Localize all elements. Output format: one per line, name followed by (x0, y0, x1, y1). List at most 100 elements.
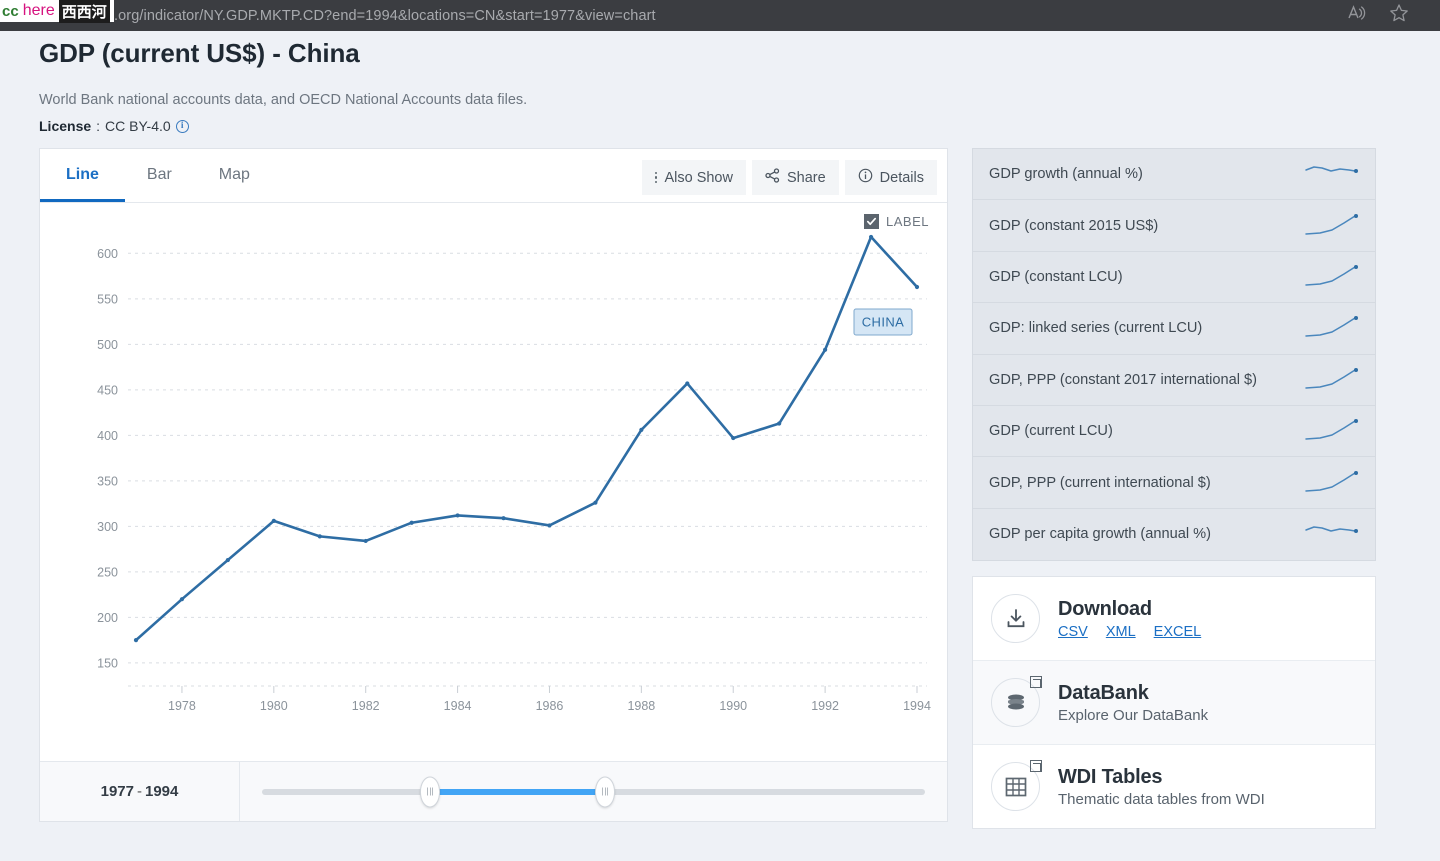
data-point[interactable] (317, 534, 322, 539)
download-csv-link[interactable]: CSV (1058, 624, 1088, 640)
data-point[interactable] (271, 518, 276, 524)
info-icon[interactable]: i (175, 119, 189, 133)
details-label: Details (879, 169, 924, 186)
data-point[interactable] (501, 516, 506, 521)
data-point[interactable] (914, 284, 920, 290)
range-end-year: 1994 (145, 783, 179, 800)
data-point[interactable] (547, 523, 552, 528)
indicator-sparkline (1305, 470, 1358, 492)
indicator-row[interactable]: GDP (constant 2015 US$) (973, 200, 1375, 252)
table-grid-icon (991, 760, 1042, 812)
series-endpoint-label-text: CHINA (862, 314, 904, 329)
data-point[interactable] (639, 427, 644, 432)
indicator-sparkline (1305, 419, 1358, 440)
data-point[interactable] (593, 500, 598, 505)
data-point[interactable] (133, 638, 139, 643)
y-axis-tick-label: 550 (97, 292, 118, 306)
databank-title: DataBank (1058, 681, 1149, 704)
data-point[interactable] (225, 557, 230, 563)
indicator-label: GDP: linked series (current LCU) (989, 320, 1203, 337)
share-icon (765, 168, 780, 187)
slider-track-area[interactable] (240, 762, 947, 821)
share-button[interactable]: Share (751, 160, 839, 195)
series-line-china[interactable] (134, 235, 919, 642)
share-label: Share (786, 169, 826, 186)
chart-view-tabs: Line Bar Map Also Show Share Details (40, 149, 947, 203)
y-axis-tick-label: 150 (97, 656, 118, 670)
x-axis-tick-label: 1978 (168, 699, 196, 713)
license-value: CC BY-4.0 (105, 118, 171, 134)
download-row[interactable]: Download CSV XML EXCEL (973, 577, 1375, 662)
indicator-row[interactable]: GDP, PPP (constant 2017 international $) (973, 355, 1375, 406)
data-point[interactable] (179, 597, 185, 602)
data-point[interactable] (685, 381, 690, 386)
download-excel-link[interactable]: EXCEL (1154, 624, 1202, 640)
slider-handle-start[interactable] (420, 776, 440, 807)
x-axis-tick-label: 1992 (811, 699, 839, 713)
license-line: License : CC BY-4.0 i (39, 118, 189, 134)
tab-bar[interactable]: Bar (147, 166, 172, 201)
chart-toolbar: Also Show Share Details (641, 160, 937, 195)
download-format-links: CSV XML EXCEL (1058, 624, 1201, 640)
chart-svg: 150 200 250 300 350 400 450 500 550 600 1978 1980 19… (97, 234, 931, 713)
indicator-row[interactable]: GDP (current LCU) (973, 406, 1375, 458)
data-point[interactable] (868, 234, 874, 240)
wdi-title: WDI Tables (1058, 765, 1163, 788)
wdi-tables-row[interactable]: WDI Tables Thematic data tables from WDI (973, 745, 1375, 828)
line-chart-plot[interactable]: 150 200 250 300 350 400 450 500 550 600 1978 1980 19… (40, 204, 947, 764)
related-indicators-list: GDP growth (annual %) GDP (constant 2015 … (972, 148, 1376, 562)
indicator-sparkline (1305, 526, 1358, 534)
watermark-here: here (22, 2, 55, 19)
data-point[interactable] (409, 520, 414, 525)
star-icon[interactable] (1388, 2, 1410, 29)
browser-address-bar[interactable]: //data.worldbank.org/indicator/NY.GDP.MK… (0, 0, 1440, 31)
chart-card: Line Bar Map Also Show Share Details LAB… (39, 148, 948, 822)
indicator-row[interactable]: GDP (constant LCU) (973, 252, 1375, 304)
download-icon (991, 594, 1040, 644)
indicator-row[interactable]: GDP growth (annual %) (973, 149, 1375, 201)
y-axis-tick-label: 600 (97, 247, 118, 261)
y-axis-tick-label: 400 (97, 429, 118, 443)
y-axis-tick-label: 350 (97, 474, 118, 488)
data-point[interactable] (777, 421, 782, 426)
details-button[interactable]: Details (844, 160, 937, 195)
indicator-label: GDP, PPP (constant 2017 international $) (989, 371, 1257, 388)
tab-map[interactable]: Map (219, 166, 250, 201)
indicator-label: GDP, PPP (current international $) (989, 474, 1211, 491)
also-show-button[interactable]: Also Show (641, 160, 746, 195)
x-axis-tick-label: 1990 (719, 699, 747, 713)
external-link-icon (1030, 676, 1042, 689)
x-axis-tick-label: 1988 (627, 699, 655, 713)
data-point[interactable] (363, 538, 368, 544)
indicator-sparkline (1305, 367, 1358, 389)
indicator-label: GDP (current LCU) (989, 423, 1113, 440)
range-start-year: 1977 (100, 783, 134, 800)
indicator-sparkline (1305, 316, 1358, 338)
indicator-row[interactable]: GDP, PPP (current international $) (973, 457, 1375, 509)
watermark-overlay: cc here 西西河 (0, 0, 114, 23)
databank-subtitle: Explore Our DataBank (1058, 706, 1209, 724)
data-point[interactable] (455, 513, 460, 518)
download-xml-link[interactable]: XML (1106, 624, 1136, 640)
indicator-row[interactable]: GDP: linked series (current LCU) (973, 303, 1375, 355)
license-label: License (39, 118, 92, 134)
indicator-label: GDP (constant 2015 US$) (989, 217, 1159, 234)
read-aloud-icon[interactable] (1346, 3, 1366, 28)
indicator-sparkline (1305, 166, 1358, 174)
y-axis-tick-label: 250 (97, 565, 118, 579)
indicator-row[interactable]: GDP per capita growth (annual %) (973, 509, 1375, 560)
y-axis-tick-label: 300 (97, 520, 118, 534)
wdi-subtitle: Thematic data tables from WDI (1058, 790, 1265, 808)
slider-handle-end[interactable] (595, 776, 615, 807)
data-point[interactable] (731, 435, 736, 441)
tab-line[interactable]: Line (40, 166, 125, 202)
data-point[interactable] (823, 347, 828, 352)
indicator-sparkline (1305, 213, 1358, 235)
slider-active-range[interactable] (430, 788, 605, 795)
x-axis-tick-label: 1994 (903, 699, 931, 713)
databank-row[interactable]: DataBank Explore Our DataBank (973, 661, 1375, 746)
y-axis-tick-label: 200 (97, 611, 118, 625)
download-title: Download (1058, 597, 1152, 620)
x-axis-tick-label: 1986 (536, 699, 564, 713)
watermark-chinese: 西西河 (58, 0, 110, 23)
